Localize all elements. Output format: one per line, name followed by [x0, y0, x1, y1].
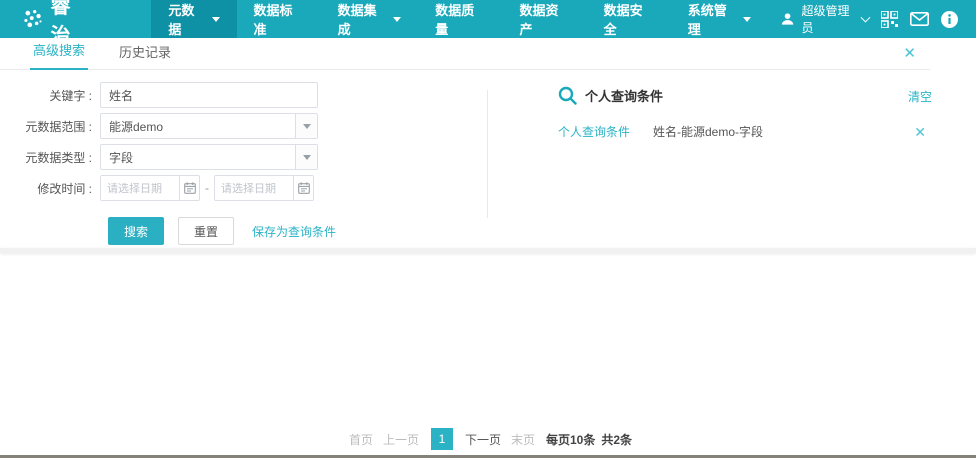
form-actions: 搜索 重置 保存为查询条件 — [108, 217, 487, 245]
pagination-first[interactable]: 首页 — [349, 431, 373, 448]
nav-item-system-management[interactable]: 系统管理 — [671, 0, 769, 38]
save-query-link[interactable]: 保存为查询条件 — [252, 223, 336, 240]
nav-item-data-integration[interactable]: 数据集成 — [321, 0, 419, 38]
modified-time-row: 修改时间 : 请选择日期 - 请选择日期 — [0, 175, 487, 201]
pagination: 首页 上一页 1 下一页 末页 每页10条 共2条 — [0, 428, 976, 450]
modified-time-label: 修改时间 : — [0, 180, 100, 197]
end-date-picker[interactable]: 请选择日期 — [214, 175, 314, 201]
search-section: 关键字 : 元数据范围 : 能源demo 元数据类型 : 字段 修改时间 : 请… — [0, 70, 976, 248]
nav-item-label: 元数据 — [168, 0, 205, 38]
personal-query-title: 个人查询条件 — [585, 86, 663, 105]
pagination-last[interactable]: 末页 — [511, 431, 535, 448]
advanced-search-form: 关键字 : 元数据范围 : 能源demo 元数据类型 : 字段 修改时间 : 请… — [0, 70, 487, 248]
personal-query-item: 个人查询条件 姓名-能源demo-字段 ✕ — [558, 123, 932, 140]
clear-all-link[interactable]: 清空 — [908, 88, 932, 105]
caret-down-icon — [393, 17, 401, 22]
scope-label: 元数据范围 : — [0, 118, 100, 135]
nav-item-data-standard[interactable]: 数据标准 — [237, 0, 321, 38]
pagination-next[interactable]: 下一页 — [465, 431, 501, 448]
search-icon — [558, 86, 577, 105]
keyword-label: 关键字 : — [0, 87, 100, 104]
start-date-picker[interactable]: 请选择日期 — [100, 175, 200, 201]
main-nav-menu: 元数据 数据标准 数据集成 数据质量 数据资产 数据安全 系统管理 — [151, 0, 768, 38]
pagination-current-page[interactable]: 1 — [431, 428, 453, 450]
keyword-row: 关键字 : — [0, 82, 487, 108]
qr-code-icon[interactable] — [881, 11, 898, 28]
metadata-scope-select[interactable]: 能源demo — [100, 113, 318, 139]
chevron-down-icon — [861, 12, 871, 22]
keyword-input[interactable] — [100, 82, 318, 108]
navbar-right-tools: 超级管理员 — [768, 0, 976, 38]
reset-button[interactable]: 重置 — [178, 217, 234, 245]
user-menu[interactable]: 超级管理员 — [780, 2, 869, 36]
scope-row: 元数据范围 : 能源demo — [0, 113, 487, 139]
scope-selected-value: 能源demo — [101, 118, 295, 135]
pagination-prev[interactable]: 上一页 — [383, 431, 419, 448]
personal-query-header: 个人查询条件 — [558, 86, 932, 105]
user-name: 超级管理员 — [802, 2, 859, 36]
calendar-icon — [293, 176, 313, 200]
nav-item-metadata[interactable]: 元数据 — [151, 0, 236, 38]
nav-item-data-security[interactable]: 数据安全 — [587, 0, 671, 38]
calendar-icon — [179, 176, 199, 200]
date-range-separator: - — [205, 181, 209, 195]
nav-item-label: 数据安全 — [604, 0, 654, 38]
personal-query-panel: 个人查询条件 清空 个人查询条件 姓名-能源demo-字段 ✕ — [488, 70, 976, 248]
info-icon[interactable] — [941, 11, 958, 28]
nav-item-label: 系统管理 — [688, 0, 738, 38]
nav-item-label: 数据质量 — [435, 0, 485, 38]
nav-item-data-quality[interactable]: 数据质量 — [418, 0, 502, 38]
nav-item-data-asset[interactable]: 数据资产 — [502, 0, 586, 38]
search-button[interactable]: 搜索 — [108, 217, 164, 245]
tab-advanced-search[interactable]: 高级搜索 — [30, 40, 88, 70]
pagination-page-size: 每页10条 — [546, 431, 595, 448]
tab-history[interactable]: 历史记录 — [116, 42, 174, 70]
search-tabbar: 高级搜索 历史记录 ✕ — [0, 38, 976, 70]
logo-dots-icon — [22, 8, 43, 30]
user-icon — [780, 11, 795, 27]
caret-down-icon — [212, 17, 220, 22]
dropdown-arrow-icon — [295, 145, 317, 169]
mail-icon[interactable] — [910, 12, 929, 26]
section-divider-band — [0, 248, 976, 253]
nav-item-label: 数据集成 — [338, 0, 388, 38]
nav-item-label: 数据标准 — [254, 0, 304, 38]
remove-item-icon[interactable]: ✕ — [914, 125, 926, 139]
pagination-total: 共2条 — [601, 431, 632, 448]
type-selected-value: 字段 — [101, 149, 295, 166]
caret-down-icon — [743, 17, 751, 22]
window-bottom-bar — [0, 455, 976, 458]
close-icon[interactable]: ✕ — [903, 46, 916, 61]
query-item-name-link[interactable]: 个人查询条件 — [558, 123, 653, 140]
end-date-placeholder: 请选择日期 — [215, 180, 293, 196]
type-label: 元数据类型 : — [0, 149, 100, 166]
start-date-placeholder: 请选择日期 — [101, 180, 179, 196]
top-navbar: 睿治 元数据 数据标准 数据集成 数据质量 数据资产 数据安全 系统管理 — [0, 0, 976, 38]
app-logo[interactable]: 睿治 — [0, 0, 111, 38]
type-row: 元数据类型 : 字段 — [0, 144, 487, 170]
dropdown-arrow-icon — [295, 114, 317, 138]
nav-item-label: 数据资产 — [519, 0, 569, 38]
metadata-type-select[interactable]: 字段 — [100, 144, 318, 170]
query-item-description: 姓名-能源demo-字段 — [653, 123, 914, 140]
